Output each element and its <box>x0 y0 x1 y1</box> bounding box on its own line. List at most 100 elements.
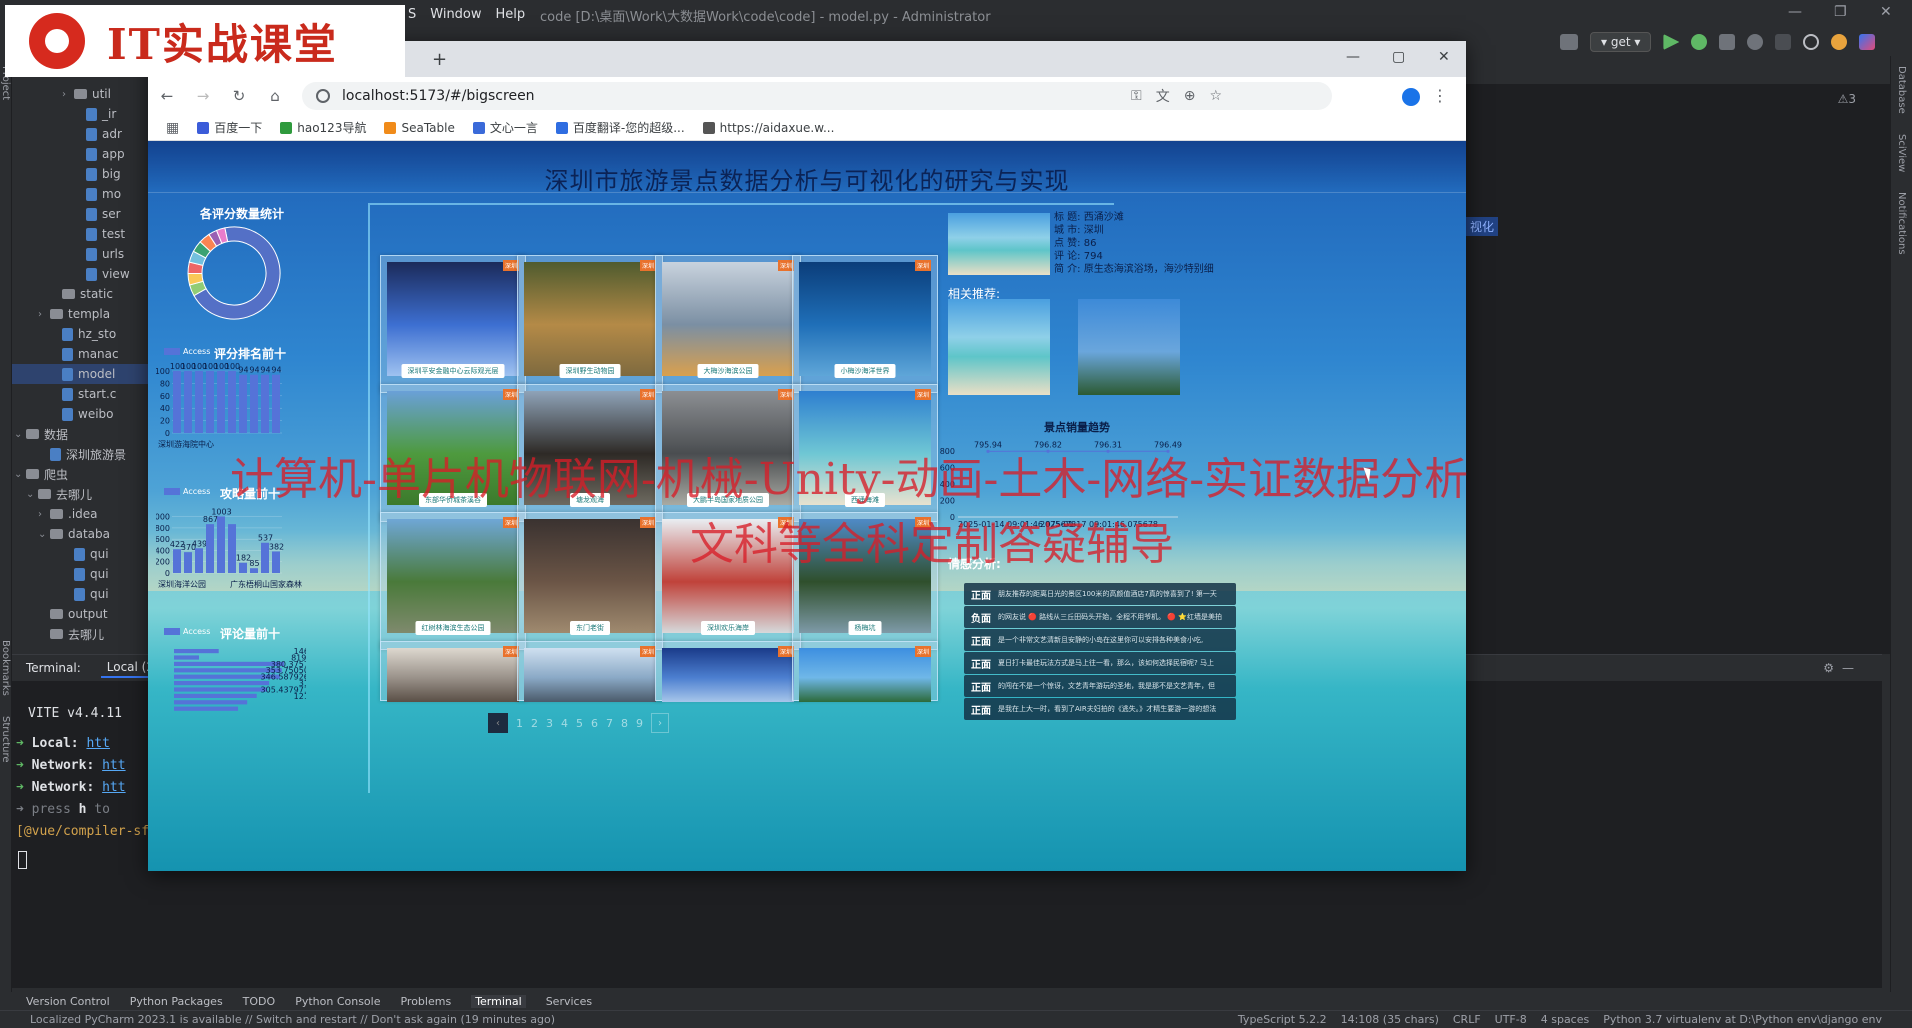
bar[interactable] <box>174 687 268 692</box>
attraction-card[interactable]: 深圳 深圳野生动物园 <box>517 255 663 393</box>
bar[interactable] <box>174 693 257 698</box>
guide-top10-chart[interactable]: 0200400600800100042237043986710031828553… <box>156 503 306 593</box>
attraction-card[interactable]: 深圳 <box>792 641 938 702</box>
tree-item[interactable]: model <box>12 364 150 384</box>
attraction-photo[interactable] <box>799 519 931 633</box>
status-widget[interactable]: 4 spaces <box>1541 1013 1590 1026</box>
attraction-card[interactable]: 深圳 <box>380 641 526 702</box>
attraction-card[interactable]: 深圳 东门老街 <box>517 512 663 650</box>
tree-item[interactable]: adr <box>12 124 150 144</box>
bookmark-item[interactable]: 文心一言 <box>472 119 538 136</box>
tree-item[interactable]: test <box>12 224 150 244</box>
attraction-card[interactable]: 深圳 <box>517 641 663 702</box>
tool-tab-version-control[interactable]: Version Control <box>26 995 110 1008</box>
page-number[interactable]: 7 <box>606 717 613 730</box>
bar[interactable] <box>173 549 181 573</box>
bar[interactable] <box>195 548 203 573</box>
tree-item[interactable]: qui <box>12 564 150 584</box>
attraction-photo[interactable] <box>799 262 931 376</box>
attraction-photo[interactable] <box>524 262 656 376</box>
bookmark-item[interactable]: SeaTable <box>384 121 455 135</box>
browser-minimize[interactable]: — <box>1346 49 1360 65</box>
page-number[interactable]: 1 <box>516 717 523 730</box>
tree-item[interactable]: ⌄ 数据 <box>12 424 150 444</box>
bar[interactable] <box>228 524 236 573</box>
warning-count[interactable]: ⚠3 <box>1838 92 1856 106</box>
gear-icon[interactable]: ⚙ <box>1823 661 1834 675</box>
page-number[interactable]: 4 <box>561 717 568 730</box>
caret-icon[interactable]: ⌄ <box>26 489 38 500</box>
attraction-photo[interactable] <box>387 648 519 702</box>
url-text[interactable]: localhost:5173/#/bigscreen <box>342 88 535 104</box>
recommend-photo-2[interactable] <box>1078 299 1180 395</box>
local-url[interactable]: htt <box>86 736 109 751</box>
status-widget[interactable]: CRLF <box>1453 1013 1481 1026</box>
sales-trend-chart[interactable]: 0 200 400 600 800 795.94 796.82 796.31 796.49 202… <box>938 433 1188 529</box>
bar[interactable] <box>250 374 258 433</box>
stripe-database[interactable]: Database <box>1896 66 1907 114</box>
bar[interactable] <box>272 551 280 573</box>
close-button[interactable]: ✕ <box>1880 4 1892 20</box>
page-number[interactable]: 3 <box>546 717 553 730</box>
tree-item[interactable]: ⌄ 爬虫 <box>12 464 150 484</box>
debug-icon[interactable] <box>1691 34 1708 50</box>
status-widget[interactable]: UTF-8 <box>1495 1013 1527 1026</box>
tree-item[interactable]: weibo <box>12 404 150 424</box>
comment-legend[interactable]: Access <box>164 627 210 636</box>
tree-item[interactable]: hz_sto <box>12 324 150 344</box>
tool-tab-python-console[interactable]: Python Console <box>295 995 380 1008</box>
tree-item[interactable]: start.c <box>12 384 150 404</box>
maximize-button[interactable]: ❐ <box>1834 4 1847 20</box>
menu-item-window[interactable]: Window <box>430 7 481 22</box>
sentiment-row[interactable]: 正面 是一个非常文艺清新且安静的小岛在这里你可以安排各种美食小吃, <box>964 629 1236 651</box>
minimize-button[interactable]: — <box>1788 4 1802 20</box>
status-widget[interactable]: Python 3.7 virtualenv at D:\Python env\d… <box>1603 1013 1882 1026</box>
bar[interactable] <box>272 374 280 433</box>
attraction-card[interactable]: 深圳 东部华侨城茶溪谷 <box>380 384 526 522</box>
forward-icon[interactable]: → <box>194 87 212 105</box>
bar[interactable] <box>261 374 269 433</box>
update-icon[interactable] <box>1831 34 1848 50</box>
bar[interactable] <box>217 371 225 433</box>
sentiment-row[interactable]: 正面 朋友推荐的距离日光的景区100米的高颜值酒店7真的惊喜到了! 第一天 <box>964 583 1236 605</box>
editor-area[interactable]: ⚠3 视化 <box>1466 84 1896 654</box>
menu-item-help[interactable]: Help <box>496 7 526 22</box>
next-page-button[interactable]: › <box>651 713 669 733</box>
site-info-icon[interactable] <box>316 89 330 103</box>
attraction-photo[interactable] <box>662 391 794 505</box>
attraction-photo[interactable] <box>799 391 931 505</box>
stripe-bookmarks[interactable]: Bookmarks <box>0 640 11 696</box>
recommend-photo-1[interactable] <box>948 299 1050 395</box>
attraction-photo[interactable] <box>799 648 931 702</box>
bar[interactable] <box>174 649 219 654</box>
attraction-card[interactable]: 深圳 <box>655 641 801 702</box>
browser-maximize[interactable]: ▢ <box>1392 49 1405 65</box>
bookmark-item[interactable]: https://aidaxue.w... <box>702 121 834 135</box>
attraction-photo[interactable] <box>387 391 519 505</box>
bar[interactable] <box>184 371 192 433</box>
bar[interactable] <box>206 524 214 573</box>
bar[interactable] <box>195 371 203 433</box>
terminal-cursor[interactable] <box>18 851 27 869</box>
attraction-card[interactable]: 深圳 红树林海滨生态公园 <box>380 512 526 650</box>
new-tab-button[interactable]: + <box>432 49 447 70</box>
bar[interactable] <box>250 568 258 573</box>
caret-icon[interactable]: ⌄ <box>14 469 26 480</box>
page-number[interactable]: 9 <box>636 717 643 730</box>
zoom-icon[interactable]: ⊕ <box>1184 88 1196 104</box>
attraction-photo[interactable] <box>662 648 794 702</box>
bar[interactable] <box>174 655 199 660</box>
bar[interactable] <box>206 371 214 433</box>
tree-item[interactable]: urls <box>12 244 150 264</box>
attraction-card[interactable]: 深圳 大鹏半岛国家地质公园 <box>655 384 801 522</box>
tree-item[interactable]: view <box>12 264 150 284</box>
network-url[interactable]: htt <box>102 758 125 773</box>
attraction-photo[interactable] <box>662 519 794 633</box>
status-message[interactable]: Localized PyCharm 2023.1 is available //… <box>30 1013 555 1026</box>
tree-item[interactable]: 去哪儿 <box>12 624 150 644</box>
coverage-icon[interactable] <box>1719 34 1736 50</box>
bar[interactable] <box>174 681 270 686</box>
sentiment-row[interactable]: 正面 夏日打卡最佳玩法方式是马上往一看，那么，该如何选择民宿呢? 马上 <box>964 652 1236 674</box>
bookmark-item[interactable]: 百度翻译-您的超级... <box>555 119 685 136</box>
attraction-card[interactable]: 深圳 深圳平安金融中心云际观光层 <box>380 255 526 393</box>
